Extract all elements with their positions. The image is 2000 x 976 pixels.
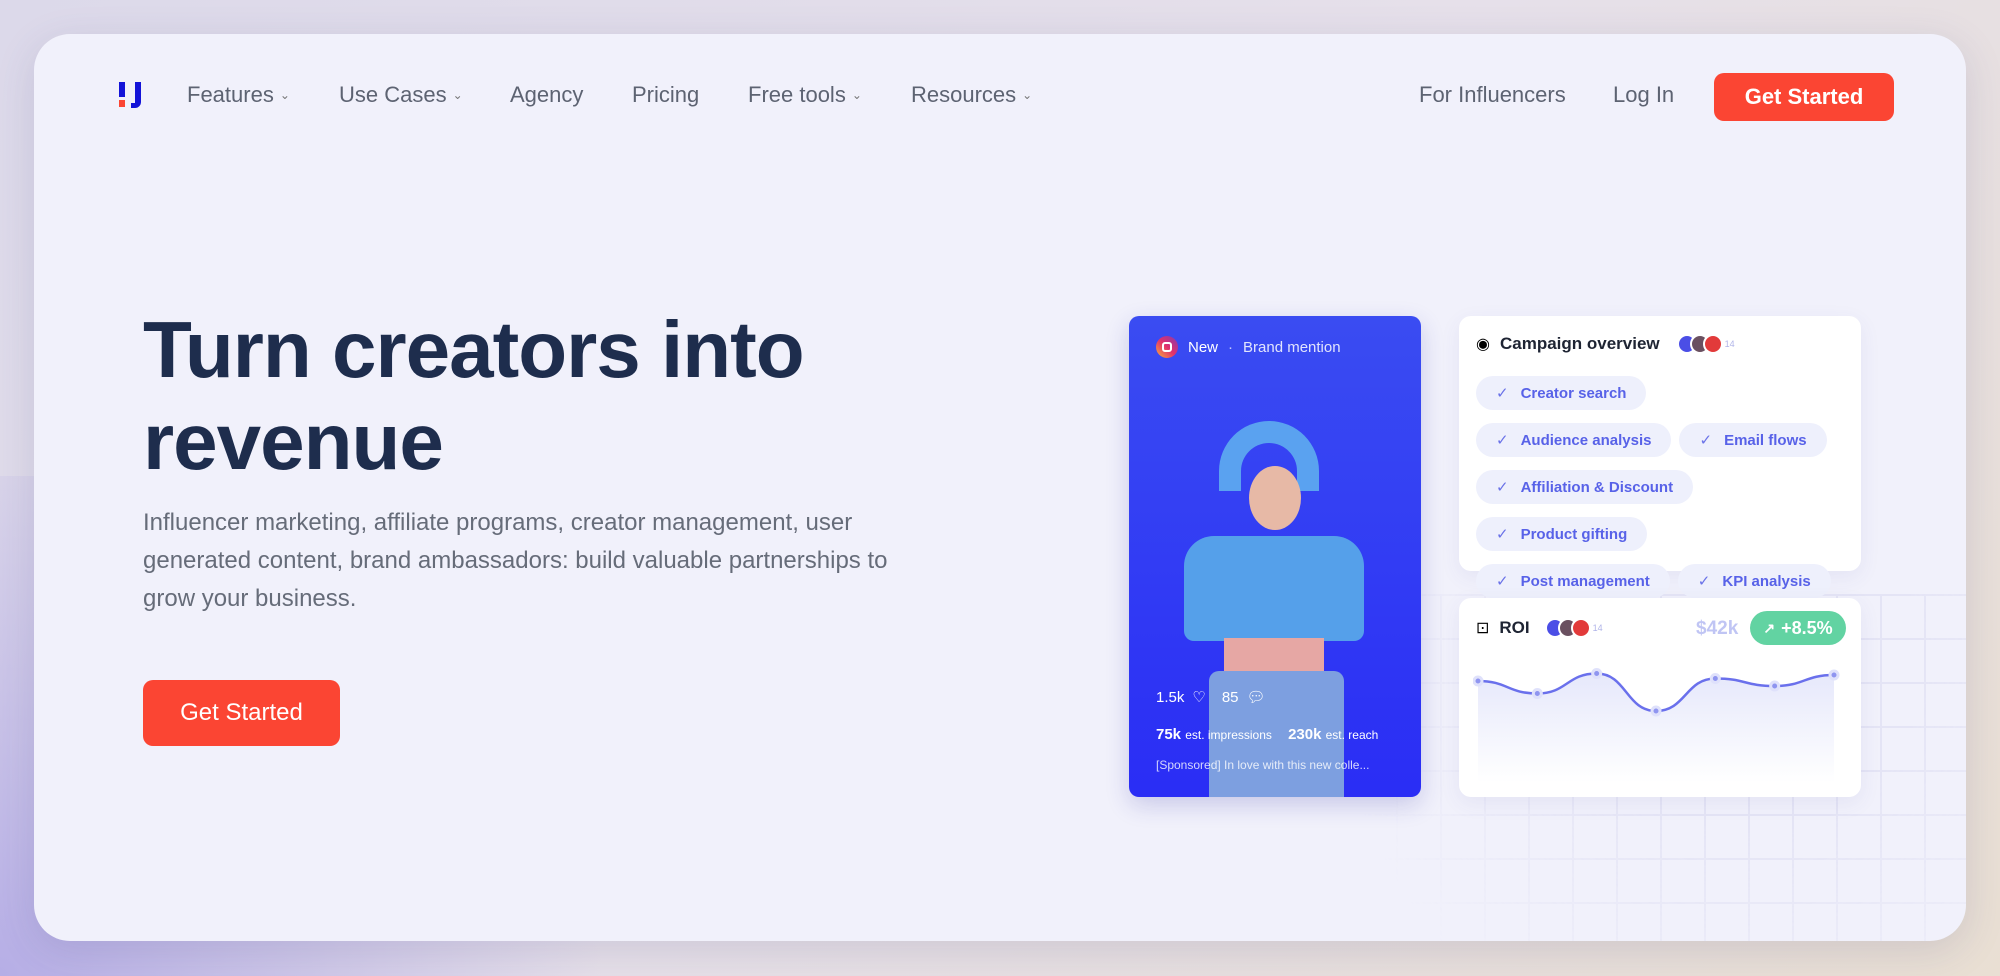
feature-chip[interactable]: ✓ Product gifting <box>1476 517 1648 551</box>
chevron-down-icon: ⌄ <box>1022 88 1033 102</box>
hero-title: Turn creators into revenue <box>143 305 805 486</box>
nav-features[interactable]: Features ⌄ <box>187 82 290 108</box>
roi-chart <box>1473 668 1840 783</box>
roi-card: ⊡ ROI 14 $42k ↗ +8.5% <box>1459 598 1861 797</box>
roi-point <box>1650 705 1662 717</box>
roi-point <box>1473 675 1484 687</box>
check-icon: ✓ <box>1496 479 1509 496</box>
feature-chip[interactable]: ✓ Audience analysis <box>1476 423 1672 457</box>
chevron-down-icon: ⌄ <box>452 88 463 102</box>
chevron-down-icon: ⌄ <box>851 88 862 102</box>
comment-icon: 💬︎ <box>1246 689 1266 706</box>
roi-point <box>1828 669 1840 681</box>
feature-chip[interactable]: ✓ Creator search <box>1476 376 1647 410</box>
campaign-overview-card: ◉ Campaign overview 14 ✓ Creator search ✓ A… <box>1459 316 1861 646</box>
check-icon: ✓ <box>1496 432 1509 449</box>
roi-point <box>1591 668 1603 679</box>
post-caption: [Sponsored] In love with this new colle.… <box>1156 758 1370 772</box>
check-icon: ✓ <box>1699 432 1713 449</box>
nav-resources[interactable]: Resources ⌄ <box>911 82 1032 108</box>
post-card[interactable]: New · Brand mention 1.5k ♡ 85 💬︎ 75k est. … <box>1129 316 1421 797</box>
heart-icon: ♡ <box>1192 689 1206 706</box>
nav-free-tools[interactable]: Free tools ⌄ <box>748 82 862 108</box>
post-header: New · Brand mention <box>1156 336 1341 358</box>
logo[interactable] <box>117 80 147 110</box>
for-influencers-link[interactable]: For Influencers <box>1419 82 1566 108</box>
roi-value: $42k <box>1696 618 1739 639</box>
avatar-group: 14 <box>1676 334 1735 354</box>
roi-change-badge: ↗ +8.5% <box>1750 611 1846 645</box>
login-link[interactable]: Log In <box>1613 82 1674 108</box>
money-icon: ⊡ <box>1476 620 1490 637</box>
hero-get-started-button[interactable]: Get Started <box>143 680 340 746</box>
instagram-icon <box>1156 336 1178 358</box>
nav-pricing[interactable]: Pricing <box>632 82 699 108</box>
check-icon: ✓ <box>1496 526 1509 543</box>
roi-point <box>1709 673 1721 684</box>
feature-chip[interactable]: ✓ Email flows <box>1679 423 1827 457</box>
avatar-group: 14 <box>1544 618 1603 638</box>
hero-subtitle: Influencer marketing, affiliate programs… <box>143 509 888 612</box>
roi-area <box>1478 673 1834 783</box>
check-icon: ✓ <box>1496 573 1509 590</box>
nav-get-started-button[interactable]: Get Started <box>1714 73 1894 121</box>
check-icon: ✓ <box>1496 385 1509 402</box>
feature-chip[interactable]: ✓ Post management <box>1476 564 1670 598</box>
post-stats: 75k est. impressions 230k est. reach <box>1156 726 1379 743</box>
roi-point <box>1769 680 1781 692</box>
target-icon: ◉ <box>1476 336 1490 353</box>
page: Features ⌄ Use Cases ⌄ Agency Pricing Free… <box>34 34 1966 941</box>
feature-chip[interactable]: ✓ KPI analysis <box>1677 564 1831 598</box>
trending-up-icon: ↗ <box>1763 619 1776 636</box>
nav-agency[interactable]: Agency <box>510 82 583 108</box>
check-icon: ✓ <box>1697 573 1711 590</box>
feature-chip[interactable]: ✓ Affiliation & Discount <box>1476 470 1694 504</box>
nav-use-cases[interactable]: Use Cases ⌄ <box>339 82 463 108</box>
post-engagement: 1.5k ♡ 85 💬︎ <box>1156 688 1266 707</box>
chevron-down-icon: ⌄ <box>279 88 290 102</box>
roi-point <box>1531 688 1543 699</box>
